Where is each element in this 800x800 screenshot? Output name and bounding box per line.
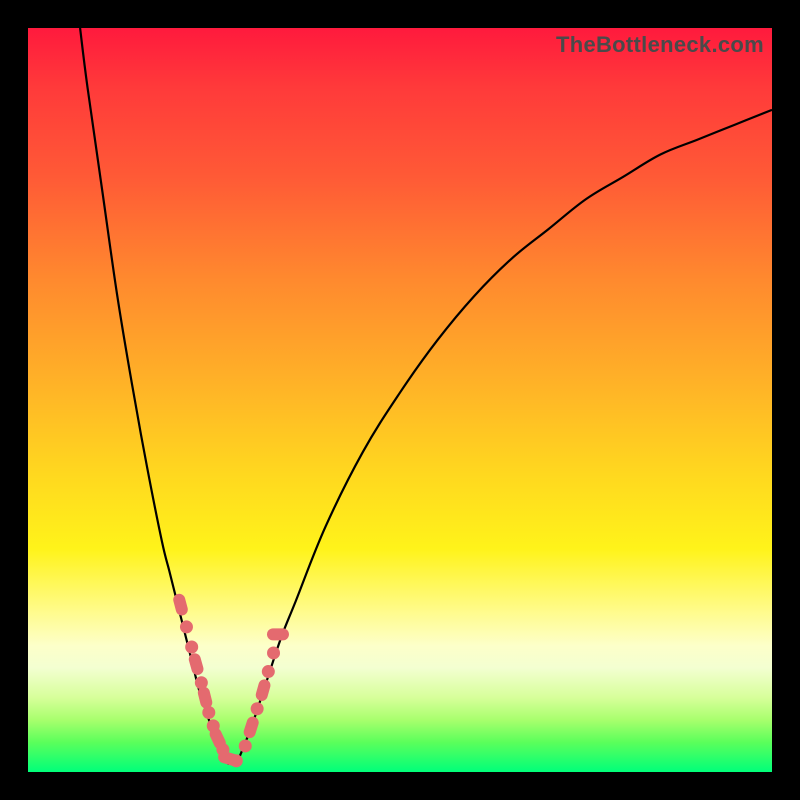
marker-dot	[251, 702, 264, 715]
marker-bead	[254, 678, 271, 702]
right-curve	[236, 110, 772, 765]
marker-bead	[197, 685, 214, 709]
plot-area: TheBottleneck.com	[28, 28, 772, 772]
marker-bead	[267, 628, 289, 640]
marker-bead	[242, 715, 260, 740]
highlight-markers	[172, 592, 289, 767]
marker-dot	[262, 665, 275, 678]
marker-dot	[185, 641, 198, 654]
marker-dot	[267, 646, 280, 659]
marker-dot	[230, 754, 243, 767]
marker-dot	[180, 620, 193, 633]
chart-frame: TheBottleneck.com	[0, 0, 800, 800]
marker-dot	[239, 739, 252, 752]
marker-dot	[202, 706, 215, 719]
left-curve	[80, 28, 229, 765]
curve-layer	[28, 28, 772, 772]
